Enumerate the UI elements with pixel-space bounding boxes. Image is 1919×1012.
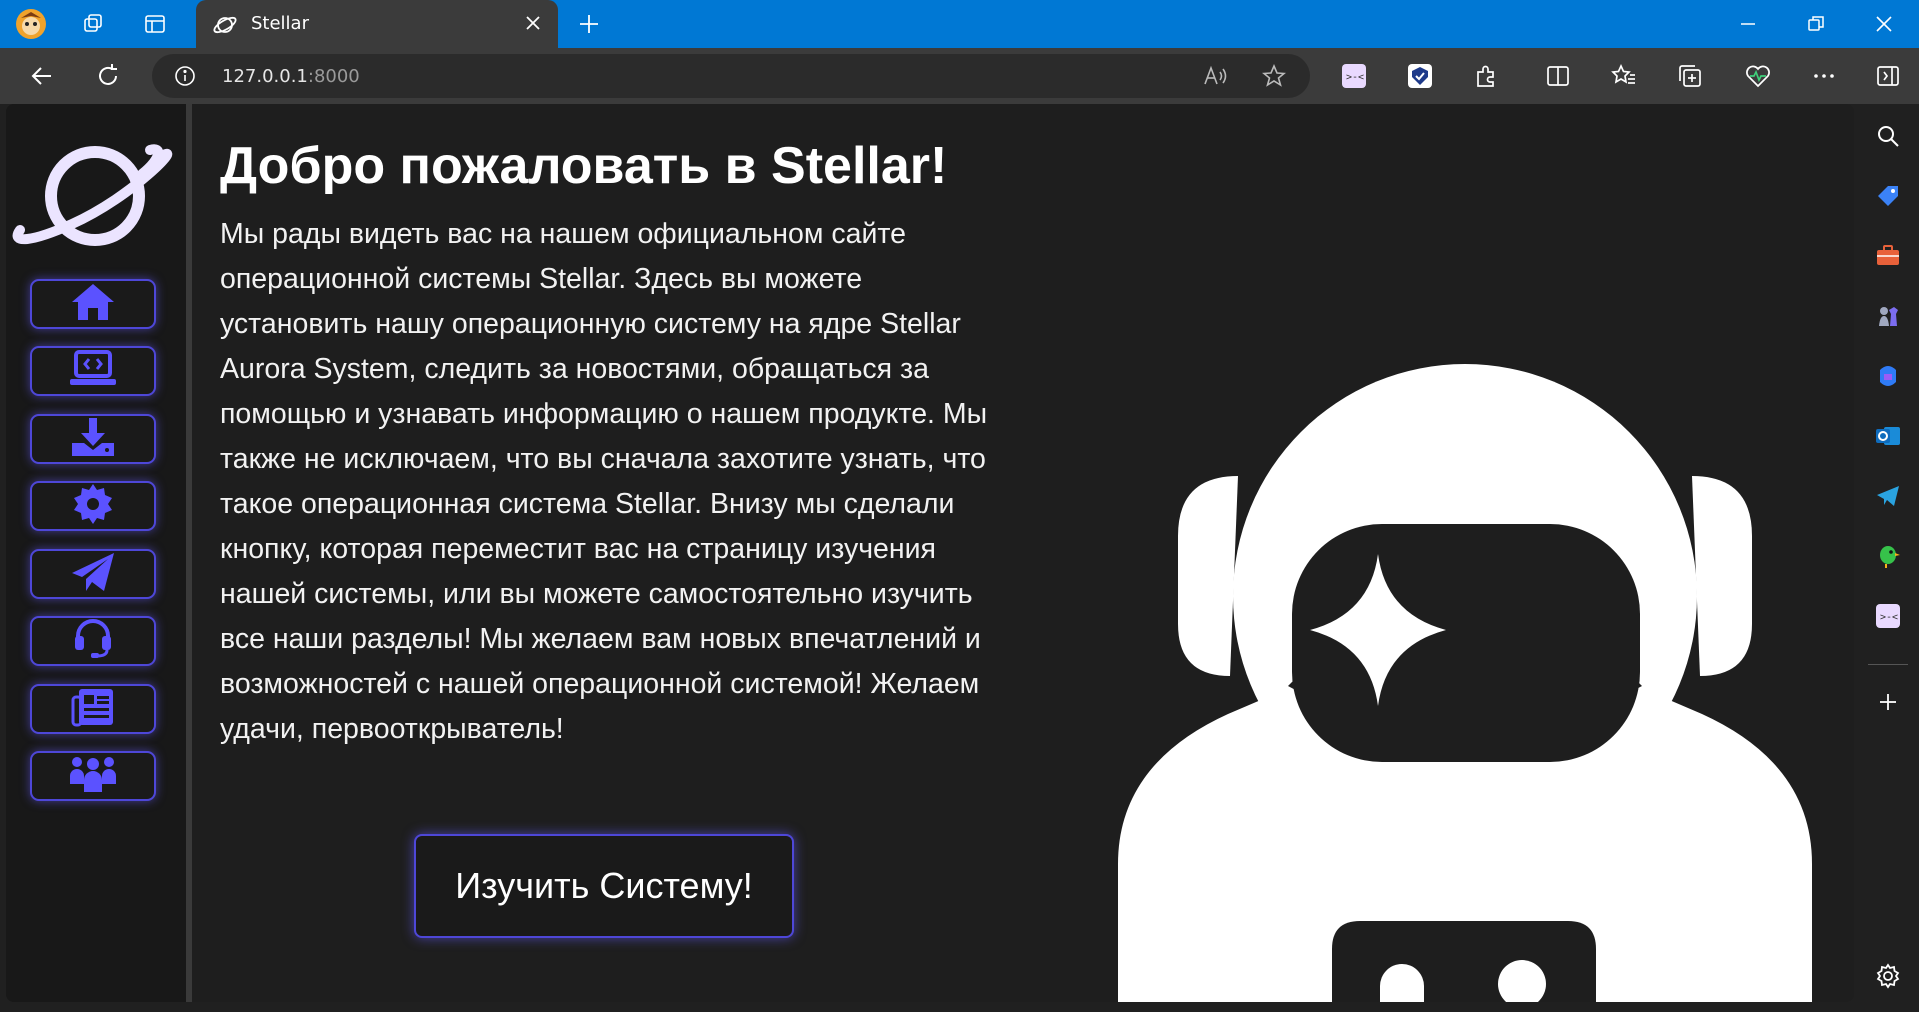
address-bar[interactable]: 127.0.0.1:8000 (152, 54, 1310, 98)
extension-shield-icon[interactable] (1402, 58, 1438, 94)
browser-toolbar: 127.0.0.1:8000 >-< (0, 48, 1919, 104)
close-tab-icon[interactable] (522, 12, 544, 38)
favorite-star-icon[interactable] (1261, 63, 1287, 92)
page-viewport: Добро пожаловать в Stellar! Мы рады виде… (6, 104, 1854, 1002)
reload-icon[interactable] (90, 58, 126, 94)
read-aloud-icon[interactable] (1202, 64, 1228, 92)
people-group-icon (67, 754, 119, 798)
newspaper-icon (71, 687, 115, 731)
tab-title: Stellar (251, 13, 309, 34)
close-window-icon[interactable] (1850, 0, 1918, 48)
favorites-list-icon[interactable] (1606, 58, 1642, 94)
home-icon (70, 282, 116, 326)
browser-titlebar: Stellar (0, 0, 1919, 48)
tab-actions-icon[interactable] (138, 7, 172, 41)
bird-app-icon[interactable] (1870, 538, 1906, 574)
tools-briefcase-icon[interactable] (1870, 238, 1906, 274)
collections-icon[interactable] (1672, 58, 1708, 94)
nav-download-button[interactable] (30, 414, 156, 464)
astronaut-illustration (1118, 244, 1818, 1002)
paper-plane-icon (70, 551, 116, 597)
nav-system-button[interactable] (30, 346, 156, 396)
browser-tab[interactable]: Stellar (196, 0, 558, 48)
add-app-icon[interactable] (1870, 684, 1906, 720)
page-title: Добро пожаловать в Stellar! (220, 137, 948, 195)
browser-sidebar: >-< (1858, 104, 1919, 1012)
profile-avatar-icon[interactable] (14, 7, 48, 41)
site-nav-sidebar (6, 104, 192, 1002)
headset-icon (71, 618, 115, 664)
nav-home-button[interactable] (30, 279, 156, 329)
back-icon[interactable] (24, 58, 60, 94)
shopping-tag-icon[interactable] (1870, 178, 1906, 214)
restore-icon[interactable] (1782, 0, 1850, 48)
url-host: 127.0.0.1 (222, 66, 308, 87)
split-screen-icon[interactable] (1540, 58, 1576, 94)
explore-system-button[interactable]: Изучить Систему! (414, 834, 794, 938)
workspaces-icon[interactable] (76, 7, 110, 41)
sidebar-toggle-icon[interactable] (1870, 58, 1906, 94)
new-tab-icon[interactable] (572, 7, 606, 41)
search-icon[interactable] (1870, 118, 1906, 154)
nav-team-button[interactable] (30, 751, 156, 801)
gear-icon (72, 483, 114, 529)
planet-favicon-icon (212, 12, 238, 42)
url-text[interactable]: 127.0.0.1:8000 (222, 66, 360, 87)
svg-text:>-<: >-< (1346, 72, 1364, 83)
sidebar-divider (1868, 664, 1908, 665)
telegram-icon[interactable] (1870, 478, 1906, 514)
sidebar-settings-icon[interactable] (1870, 958, 1906, 994)
browser-essentials-icon[interactable] (1740, 58, 1776, 94)
url-port: :8000 (307, 66, 360, 87)
extensions-puzzle-icon[interactable] (1468, 58, 1504, 94)
games-chess-icon[interactable] (1870, 298, 1906, 334)
face-app-icon[interactable]: >-< (1870, 598, 1906, 634)
nav-support-button[interactable] (30, 616, 156, 666)
laptop-code-icon (69, 350, 117, 392)
nav-news-button[interactable] (30, 684, 156, 734)
copilot-icon[interactable] (1870, 358, 1906, 394)
welcome-paragraph: Мы рады видеть вас на нашем официальном … (220, 218, 988, 745)
more-options-icon[interactable] (1806, 58, 1842, 94)
nav-settings-button[interactable] (30, 481, 156, 531)
minimize-icon[interactable] (1714, 0, 1782, 48)
stellar-planet-logo-icon[interactable] (12, 134, 182, 263)
svg-text:>-<: >-< (1880, 612, 1898, 623)
site-info-icon[interactable] (174, 65, 196, 91)
nav-telegram-button[interactable] (30, 549, 156, 599)
download-icon (70, 417, 116, 461)
extension-face-icon[interactable]: >-< (1336, 58, 1372, 94)
outlook-icon[interactable] (1870, 418, 1906, 454)
